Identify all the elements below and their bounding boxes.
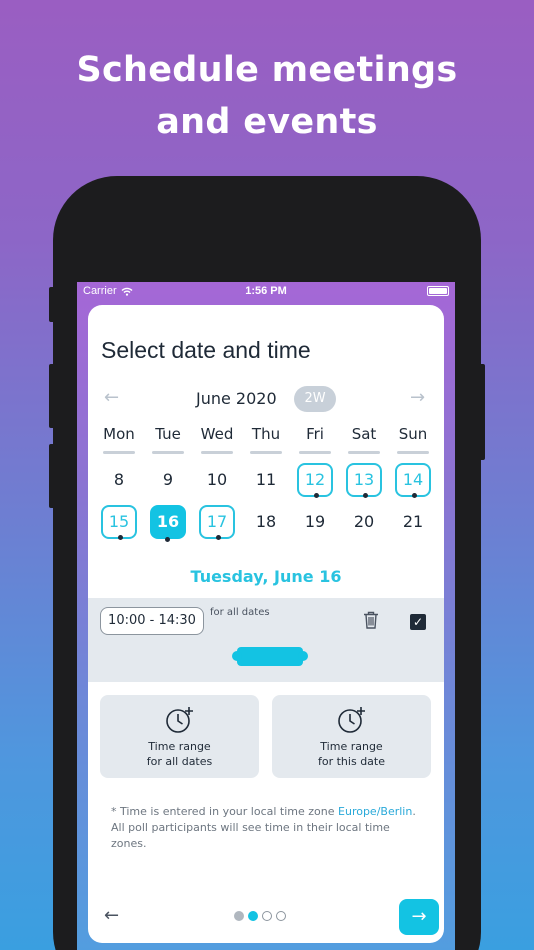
time-range-handle[interactable]	[232, 647, 308, 666]
prev-month-button[interactable]: ←	[104, 387, 119, 408]
calendar-day[interactable]: 21	[395, 505, 431, 539]
trash-icon[interactable]	[363, 611, 379, 629]
promo-line-2: and events	[156, 102, 378, 142]
option-line-1: Time range	[320, 740, 383, 753]
time-range-all-dates-button[interactable]: Time range for all dates	[100, 695, 259, 778]
calendar-day[interactable]: 8	[101, 463, 137, 497]
calendar-day-marked[interactable]: 14	[395, 463, 431, 498]
page-dot	[234, 911, 244, 921]
page-dot-active	[248, 911, 258, 921]
next-button[interactable]: →	[399, 899, 439, 935]
next-month-button[interactable]: →	[410, 387, 425, 408]
date-time-card: Select date and time ← June 2020 2W → Mo…	[88, 305, 444, 943]
phone-mute-switch	[49, 287, 55, 322]
weekday-sun: Sun	[392, 425, 434, 454]
weekday-wed: Wed	[196, 425, 238, 454]
time-range-chip[interactable]: 10:00 - 14:30	[100, 607, 204, 635]
clock-plus-icon	[165, 707, 193, 733]
note-prefix: * Time is entered in your local time zon…	[111, 805, 339, 818]
page-indicator	[234, 911, 286, 921]
option-line-1: Time range	[148, 740, 211, 753]
phone-volume-up	[49, 364, 55, 428]
month-label: June 2020	[196, 389, 277, 408]
calendar-day[interactable]: 11	[248, 463, 284, 497]
option-line-2: for this date	[318, 755, 385, 768]
time-slot-checkbox[interactable]: ✓	[410, 614, 426, 630]
page-dot	[262, 911, 272, 921]
timezone-link[interactable]: Europe/Berlin	[338, 805, 412, 818]
weekday-thu: Thu	[245, 425, 287, 454]
calendar-day[interactable]: 19	[297, 505, 333, 539]
status-time: 1:56 PM	[245, 285, 287, 297]
promo-headline: Schedule meetings and events	[0, 44, 534, 148]
phone-power-button	[479, 364, 485, 460]
time-range-this-date-button[interactable]: Time range for this date	[272, 695, 431, 778]
weekday-tue: Tue	[147, 425, 189, 454]
battery-icon	[427, 286, 449, 296]
page-title: Select date and time	[101, 337, 311, 363]
calendar-day[interactable]: 10	[199, 463, 235, 497]
calendar-day[interactable]: 18	[248, 505, 284, 539]
page-dot	[276, 911, 286, 921]
calendar-day-selected[interactable]: 16	[150, 505, 186, 542]
back-button[interactable]: ←	[104, 905, 119, 926]
time-slot-scope: for all dates	[210, 607, 270, 618]
weekday-mon: Mon	[98, 425, 140, 454]
weekday-fri: Fri	[294, 425, 336, 454]
weekday-sat: Sat	[343, 425, 385, 454]
status-bar: Carrier 1:56 PM	[77, 282, 455, 302]
promo-line-1: Schedule meetings	[76, 50, 458, 90]
calendar-day[interactable]: 20	[346, 505, 382, 539]
timezone-note: * Time is entered in your local time zon…	[111, 804, 427, 852]
calendar-day-marked[interactable]: 15	[101, 505, 137, 540]
time-slot-panel: 10:00 - 14:30 for all dates ✓	[88, 598, 444, 682]
view-toggle-button[interactable]: 2W	[294, 386, 336, 412]
calendar-day-marked[interactable]: 17	[199, 505, 235, 540]
calendar-day[interactable]: 9	[150, 463, 186, 497]
month-navigator: ← June 2020 2W →	[88, 385, 444, 413]
calendar-day-marked[interactable]: 13	[346, 463, 382, 498]
option-line-2: for all dates	[146, 755, 213, 768]
calendar-day-marked[interactable]: 12	[297, 463, 333, 498]
clock-plus-icon	[337, 707, 365, 733]
phone-volume-down	[49, 444, 55, 508]
app-screen: Carrier 1:56 PM Select date and time ← J…	[77, 282, 455, 950]
selected-date-label: Tuesday, June 16	[190, 567, 342, 586]
